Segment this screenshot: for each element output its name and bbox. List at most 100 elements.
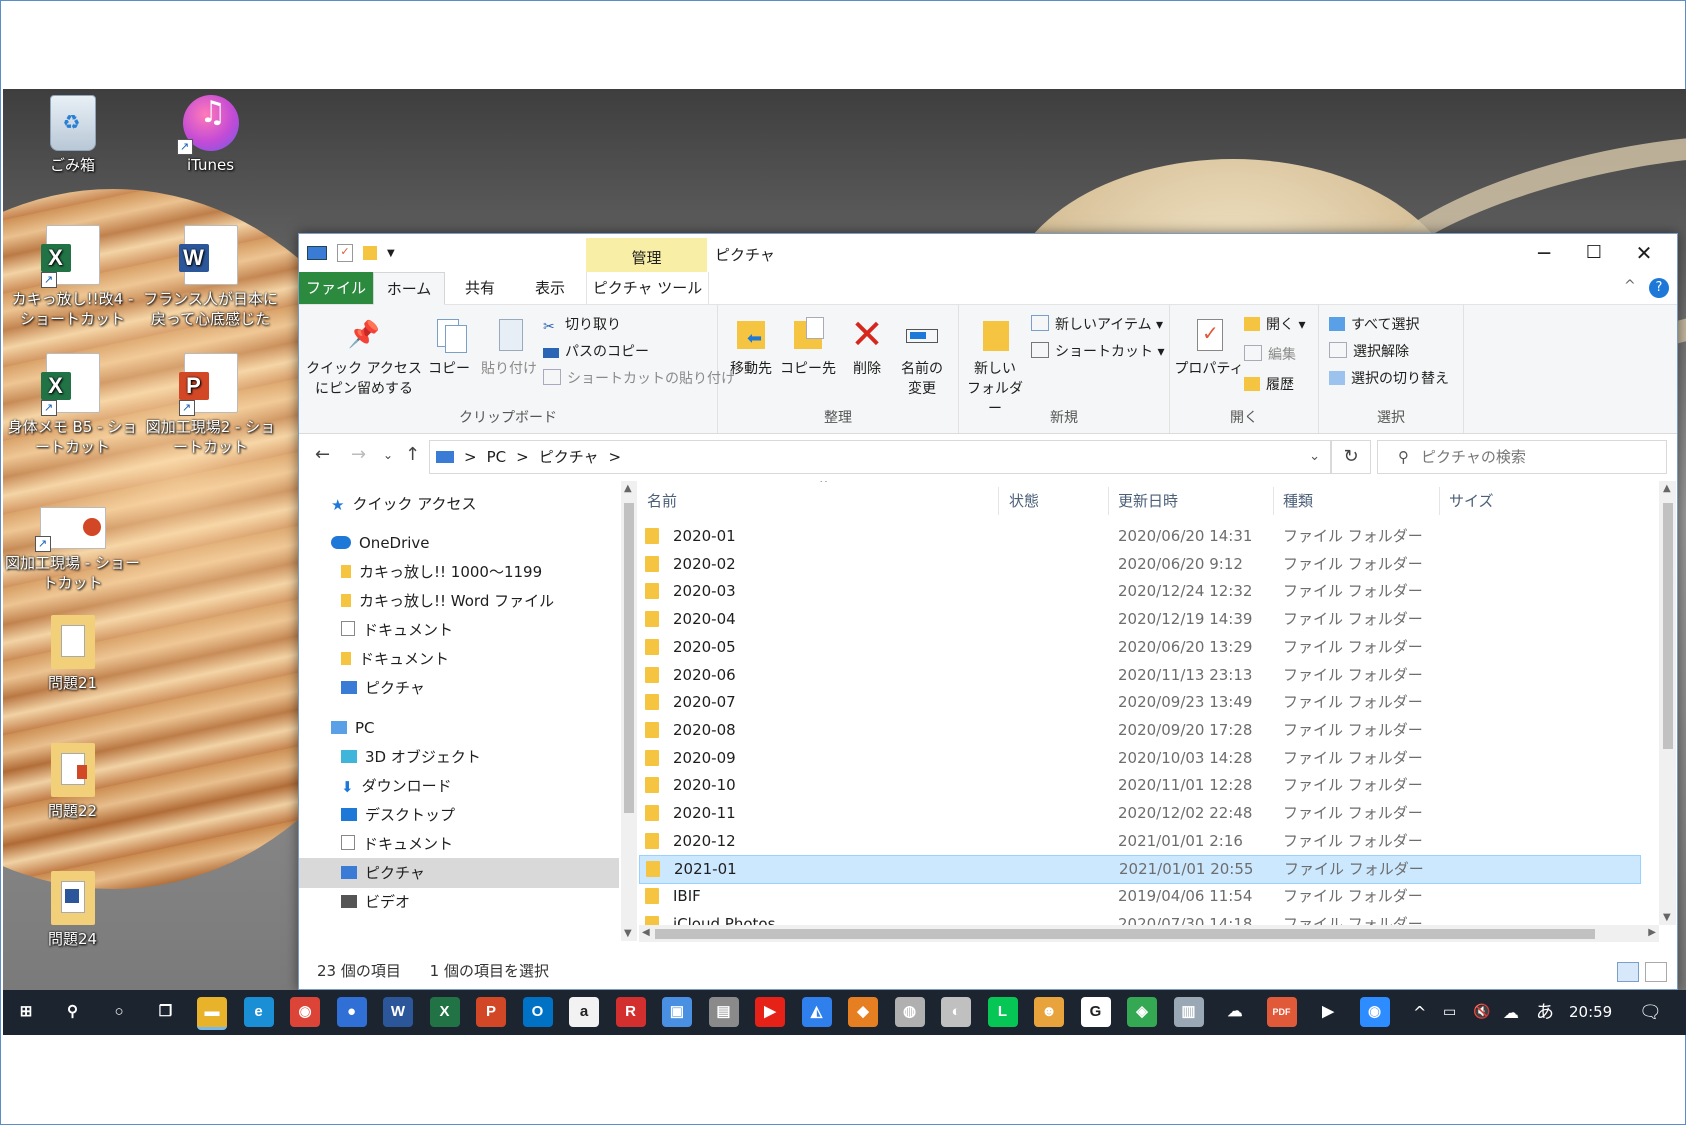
ime-indicator[interactable]: あ	[1536, 990, 1554, 1035]
desktop-icon-ppt-thumb[interactable]: ↗ 図加工現場 - ショートカット	[5, 507, 140, 593]
details-view-icon[interactable]	[1617, 962, 1639, 982]
taskbar-iris-icon[interactable]: R	[615, 997, 646, 1027]
file-list-hscrollbar-thumb[interactable]	[655, 929, 1595, 939]
tab-picture-tools[interactable]: ピクチャ ツール	[586, 272, 709, 304]
properties-qat-icon[interactable]: ✓	[337, 244, 353, 262]
taskbar-task-view-icon[interactable]: ❐	[150, 997, 181, 1027]
minimize-button[interactable]: ─	[1519, 238, 1569, 268]
file-list-scrollbar-thumb[interactable]	[1663, 503, 1673, 749]
taskbar-paint-palette-icon[interactable]: ◍	[894, 997, 925, 1027]
taskbar-onedrive-icon[interactable]: ☁	[1220, 997, 1250, 1027]
taskbar-chrome-icon[interactable]: ◉	[290, 997, 320, 1027]
taskbar-photos-icon[interactable]: ◭	[801, 997, 832, 1027]
file-row[interactable]: 2020-03 2020/12/24 12:32 ファイル フォルダー	[639, 578, 1639, 605]
new-folder-button[interactable]: 新しい フォルダー	[963, 313, 1027, 419]
taskbar-monitor-icon[interactable]: ▣	[662, 997, 692, 1027]
taskbar-character-icon[interactable]: ☻	[1034, 997, 1064, 1027]
taskbar-device-icon[interactable]: ▤	[708, 997, 739, 1027]
taskbar-word-icon[interactable]: W	[383, 997, 413, 1027]
taskbar-explorer-icon[interactable]: ▬	[197, 997, 227, 1030]
desktop-icon-folder-22[interactable]: 問題22	[5, 743, 140, 821]
back-arrow-icon[interactable]: ←	[315, 444, 330, 465]
forward-arrow-icon[interactable]: →	[351, 444, 366, 465]
nav-pc[interactable]: PC	[331, 714, 375, 742]
taskbar-paint-icon[interactable]: ◆	[848, 997, 878, 1027]
file-list-hscrollbar[interactable]: ◀ ▶	[639, 925, 1659, 942]
desktop-icon-ppt-shortcut[interactable]: P ↗ 図加工現場2 - ショートカット	[143, 353, 278, 457]
nav-onedrive[interactable]: OneDrive	[331, 529, 430, 557]
battery-icon[interactable]: ▭	[1443, 990, 1456, 1035]
file-row[interactable]: 2020-12 2021/01/01 2:16 ファイル フォルダー	[639, 828, 1639, 855]
taskbar-edge-icon[interactable]: e	[243, 997, 274, 1027]
column-header-size[interactable]: サイズ	[1449, 481, 1494, 521]
column-divider[interactable]	[1273, 487, 1274, 515]
scroll-down-icon[interactable]: ▼	[1663, 912, 1671, 923]
edit-button[interactable]: 編集	[1244, 345, 1296, 365]
column-header-status[interactable]: 状態	[1009, 481, 1039, 521]
column-divider[interactable]	[1439, 487, 1440, 515]
taskbar-cortana-icon[interactable]: ○	[104, 997, 134, 1027]
taskbar-mail-tray-icon[interactable]: ▥	[1173, 997, 1204, 1027]
nav-videos[interactable]: ビデオ	[341, 888, 410, 916]
taskbar-zoom-icon[interactable]: ◉	[1359, 997, 1390, 1027]
collapse-ribbon-icon[interactable]: ^	[1624, 278, 1636, 294]
taskbar-line-icon[interactable]: L	[987, 997, 1018, 1027]
recent-locations-chevron-icon[interactable]: ⌄	[383, 448, 393, 462]
taskbar-people-icon[interactable]: ●	[336, 997, 367, 1027]
taskbar-google-icon[interactable]: G	[1080, 997, 1111, 1027]
select-none-button[interactable]: 選択解除	[1329, 342, 1409, 362]
file-row[interactable]: 2020-06 2020/11/13 23:13 ファイル フォルダー	[639, 662, 1639, 689]
clock[interactable]: 20:59	[1569, 990, 1612, 1035]
paste-button[interactable]: 貼り付け	[479, 313, 539, 379]
nav-documents[interactable]: ドキュメント	[341, 830, 453, 858]
desktop-icon-recycle-bin[interactable]: ♻ ごみ箱	[5, 95, 140, 175]
copy-button[interactable]: コピー	[423, 313, 475, 379]
delete-button[interactable]: ✕ 削除	[842, 313, 892, 379]
taskbar-start-icon[interactable]: ⊞	[11, 997, 41, 1027]
taskbar-amazon-icon[interactable]: a	[569, 997, 599, 1027]
invert-selection-button[interactable]: 選択の切り替え	[1329, 369, 1449, 389]
taskbar-outlook-icon[interactable]: O	[522, 997, 553, 1027]
taskbar-paint3d-icon[interactable]: ◐	[941, 997, 971, 1027]
nav-downloads[interactable]: ⬇ ダウンロード	[341, 772, 452, 800]
scroll-left-icon[interactable]: ◀	[642, 927, 650, 938]
taskbar-play-store-icon[interactable]: ▶	[1313, 997, 1343, 1027]
nav-onedrive-documents[interactable]: ドキュメント	[341, 616, 453, 644]
file-row[interactable]: IBIF 2019/04/06 11:54 ファイル フォルダー	[639, 883, 1639, 910]
desktop-icon-folder-21[interactable]: 問題21	[5, 615, 140, 693]
column-header-date[interactable]: 更新日時	[1118, 481, 1178, 521]
address-dropdown-icon[interactable]: ⌄	[1309, 441, 1320, 473]
history-button[interactable]: 履歴	[1244, 375, 1294, 395]
file-row[interactable]: 2020-02 2020/06/20 9:12 ファイル フォルダー	[639, 551, 1639, 578]
nav-onedrive-pictures[interactable]: ピクチャ	[341, 674, 425, 702]
tray-chevron-icon[interactable]: ^	[1413, 990, 1426, 1035]
file-row[interactable]: 2020-11 2020/12/02 22:48 ファイル フォルダー	[639, 800, 1639, 827]
file-list-scrollbar[interactable]: ▲ ▼	[1659, 481, 1676, 925]
column-divider[interactable]	[1108, 487, 1109, 515]
refresh-icon[interactable]: ↻	[1331, 440, 1371, 474]
nav-onedrive-folder-1000[interactable]: カキっ放し!! 1000～1199	[341, 558, 542, 586]
taskbar-powerpoint-icon[interactable]: P	[476, 997, 506, 1027]
maximize-button[interactable]: ☐	[1569, 238, 1619, 268]
file-row[interactable]: 2020-08 2020/09/20 17:28 ファイル フォルダー	[639, 717, 1639, 744]
file-row[interactable]: 2020-01 2020/06/20 14:31 ファイル フォルダー	[639, 523, 1639, 550]
pin-quick-access-button[interactable]: 📌 クイック アクセス にピン留めする	[305, 313, 423, 399]
scroll-down-icon[interactable]: ▼	[624, 928, 632, 939]
rename-button[interactable]: 名前の 変更	[894, 313, 950, 399]
cut-button[interactable]: ✂ 切り取り	[543, 315, 621, 335]
desktop-icon-word-doc[interactable]: W フランス人が日本に戻って心底感じた	[143, 225, 278, 329]
properties-button[interactable]: ✓ プロパティ	[1174, 313, 1244, 379]
scroll-up-icon[interactable]: ▲	[624, 483, 632, 494]
nav-3d-objects[interactable]: 3D オブジェクト	[341, 743, 481, 771]
move-to-button[interactable]: ⬅ 移動先	[724, 313, 778, 379]
desktop-icon-itunes[interactable]: ♫ ↗ iTunes	[143, 95, 278, 175]
desktop-icon-excel-shortcut[interactable]: X ↗ カキっ放し!!改4 - ショートカット	[5, 225, 140, 329]
nav-scrollbar-thumb[interactable]	[624, 503, 634, 813]
paste-shortcut-button[interactable]: ショートカットの貼り付け	[543, 369, 735, 389]
search-box[interactable]: ⚲ ピクチャの検索	[1377, 440, 1667, 474]
notifications-icon[interactable]: 🗨	[1639, 990, 1662, 1035]
up-arrow-icon[interactable]: ↑	[405, 444, 420, 465]
file-row[interactable]: iCloud Photos 2020/07/30 14:18 ファイル フォルダー	[639, 911, 1639, 925]
file-row[interactable]: 2020-10 2020/11/01 12:28 ファイル フォルダー	[639, 772, 1639, 799]
desktop-icon-folder-24[interactable]: 問題24	[5, 871, 140, 949]
